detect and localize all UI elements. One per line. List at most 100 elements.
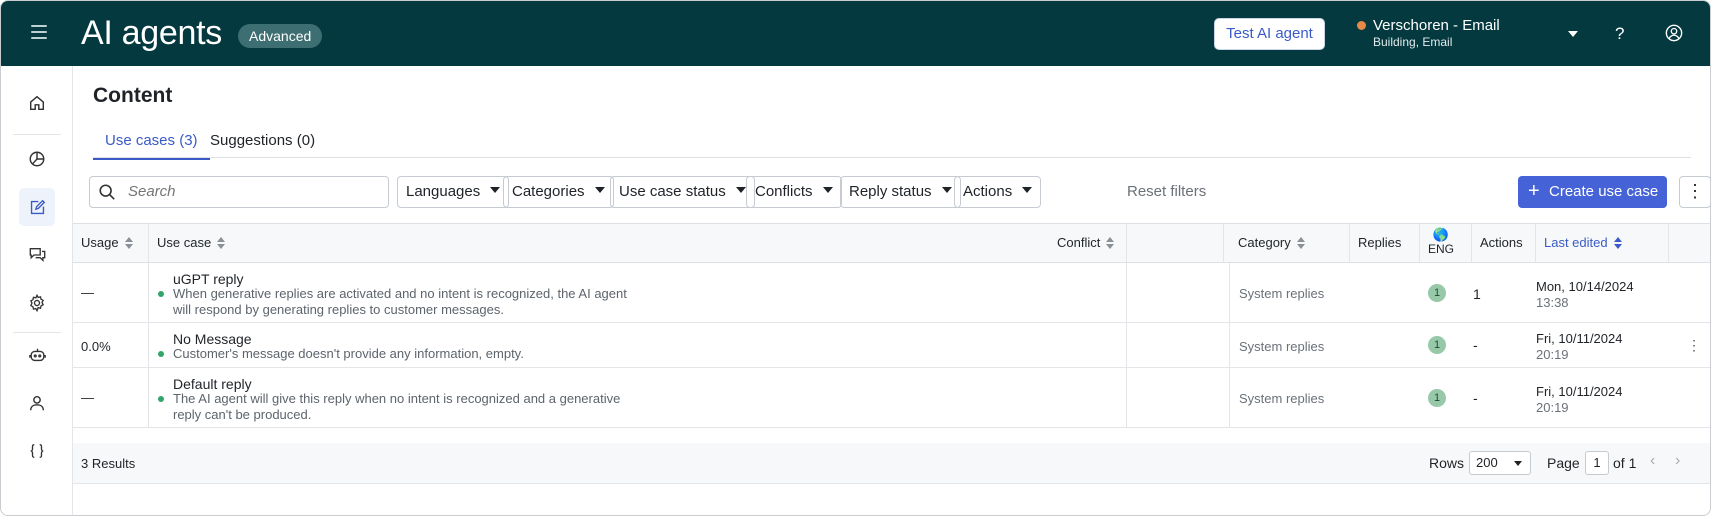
top-bar: AI agents Advanced Test AI agent Verscho… xyxy=(1,1,1710,66)
test-ai-agent-button[interactable]: Test AI agent xyxy=(1214,18,1325,50)
sidebar-item-content[interactable] xyxy=(19,188,55,226)
edited-date: Mon, 10/14/2024 xyxy=(1536,279,1634,294)
reset-filters-link[interactable]: Reset filters xyxy=(1127,183,1206,200)
sort-icon xyxy=(1106,236,1115,249)
page-number-input[interactable]: 1 xyxy=(1585,451,1609,475)
filter-conflicts[interactable]: Conflicts xyxy=(746,176,842,208)
category-value: System replies xyxy=(1239,286,1325,301)
use-case-title[interactable]: uGPT reply xyxy=(173,271,244,287)
code-braces-icon xyxy=(30,444,44,458)
filter-use-case-status[interactable]: Use case status xyxy=(610,176,755,208)
sidebar-item-integrations[interactable] xyxy=(19,432,55,470)
pie-chart-icon xyxy=(29,151,45,167)
sort-icon xyxy=(217,236,226,249)
sidebar xyxy=(1,66,73,515)
chat-bubbles-icon xyxy=(29,248,45,263)
tab-suggestions[interactable]: Suggestions (0) xyxy=(198,132,327,158)
sidebar-item-users[interactable] xyxy=(19,384,55,422)
usage-value: — xyxy=(81,390,94,405)
col-usage[interactable]: Usage xyxy=(73,224,149,262)
eng-count-badge: 1 xyxy=(1428,284,1446,302)
user-icon xyxy=(29,395,45,411)
usage-value: 0.0% xyxy=(81,339,111,354)
sidebar-item-analytics[interactable] xyxy=(19,140,55,178)
filter-reply-status[interactable]: Reply status xyxy=(840,176,961,208)
table-row[interactable]: — Default reply The AI agent will give t… xyxy=(73,368,1710,428)
tab-bar: Use cases (3) Suggestions (0) xyxy=(93,122,1691,160)
col-use-case[interactable]: Use case xyxy=(149,224,1127,262)
sidebar-item-bots[interactable] xyxy=(19,336,55,374)
edited-date: Fri, 10/11/2024 xyxy=(1536,331,1623,346)
more-options-button[interactable]: ⋮ xyxy=(1679,176,1710,208)
eng-count-badge: 1 xyxy=(1428,389,1446,407)
results-count: 3 Results xyxy=(81,456,136,471)
col-conflict-label: Conflict xyxy=(1057,235,1101,250)
bot-icon xyxy=(28,348,46,362)
col-last-edited-label: Last edited xyxy=(1544,235,1608,250)
app-window: AI agents Advanced Test AI agent Verscho… xyxy=(0,0,1711,516)
chevron-left-icon[interactable]: ‹ xyxy=(1650,452,1655,470)
caret-down-icon xyxy=(941,187,952,194)
eng-count-badge: 1 xyxy=(1428,336,1446,354)
sidebar-item-settings[interactable] xyxy=(19,284,55,322)
table-header: Usage Use case Conflict Category Replies… xyxy=(73,223,1710,263)
plan-badge: Advanced xyxy=(238,24,323,48)
status-dot-icon xyxy=(158,291,164,297)
help-icon[interactable]: ? xyxy=(1615,24,1624,44)
use-case-title[interactable]: No Message xyxy=(173,331,252,347)
col-use-case-label: Use case xyxy=(157,235,212,250)
use-case-description: The AI agent will give this reply when n… xyxy=(173,391,621,422)
caret-down-icon xyxy=(735,187,746,194)
rows-per-page-value: 200 xyxy=(1476,455,1498,470)
table-footer: 3 Results Rows 200 Page 1 of 1 ‹ › xyxy=(73,443,1710,484)
filter-bar: Languages Categories Use case status Con… xyxy=(89,176,1710,208)
table-row[interactable]: 0.0% No Message Customer's message doesn… xyxy=(73,323,1710,368)
usage-value: — xyxy=(81,285,94,300)
col-category[interactable]: Category xyxy=(1230,224,1350,262)
filter-languages[interactable]: Languages xyxy=(397,176,510,208)
caret-down-icon xyxy=(594,187,605,194)
row-more-icon[interactable]: ⋮ xyxy=(1687,337,1701,354)
sidebar-item-home[interactable] xyxy=(19,84,55,122)
sidebar-divider xyxy=(13,134,61,135)
filter-categories-label: Categories xyxy=(512,183,585,200)
caret-down-icon xyxy=(490,187,501,194)
rows-label: Rows xyxy=(1429,455,1465,471)
actions-value: 1 xyxy=(1473,286,1481,302)
rows-per-page-select[interactable]: 200 xyxy=(1469,451,1531,475)
workspace-name[interactable]: Verschoren - Email xyxy=(1373,17,1500,34)
caret-down-icon xyxy=(1514,461,1522,466)
search-icon xyxy=(99,184,115,200)
tab-use-cases[interactable]: Use cases (3) xyxy=(93,132,210,160)
col-conflict[interactable]: Conflict xyxy=(1049,224,1224,262)
create-use-case-button[interactable]: + Create use case xyxy=(1518,176,1667,208)
cell-divider xyxy=(1049,323,1230,367)
menu-icon[interactable] xyxy=(31,25,47,39)
profile-icon[interactable] xyxy=(1665,24,1683,42)
page-label: Page xyxy=(1547,455,1580,471)
col-category-label: Category xyxy=(1238,235,1291,250)
home-icon xyxy=(29,95,45,111)
sort-icon xyxy=(1613,236,1622,249)
category-value: System replies xyxy=(1239,391,1325,406)
sidebar-divider xyxy=(13,332,61,333)
use-case-title[interactable]: Default reply xyxy=(173,376,252,392)
filter-languages-label: Languages xyxy=(406,183,481,200)
chevron-right-icon[interactable]: › xyxy=(1675,452,1680,470)
sidebar-item-conversations[interactable] xyxy=(19,236,55,274)
sort-icon xyxy=(124,236,133,249)
globe-icon: 🌎 xyxy=(1432,227,1450,242)
filter-actions[interactable]: Actions xyxy=(954,176,1042,208)
filter-categories[interactable]: Categories xyxy=(503,176,614,208)
table-row[interactable]: — uGPT reply When generative replies are… xyxy=(73,263,1710,323)
search-input[interactable] xyxy=(128,183,378,200)
col-last-edited[interactable]: Last edited xyxy=(1536,224,1669,262)
workspace-subtitle: Building, Email xyxy=(1373,35,1453,49)
status-dot-icon xyxy=(158,351,164,357)
cell-divider xyxy=(1049,368,1230,427)
filter-reply-status-label: Reply status xyxy=(849,183,932,200)
search-box[interactable] xyxy=(89,176,389,208)
use-case-description: When generative replies are activated an… xyxy=(173,286,627,317)
caret-down-icon xyxy=(1022,187,1033,194)
chevron-down-icon[interactable] xyxy=(1568,31,1578,37)
